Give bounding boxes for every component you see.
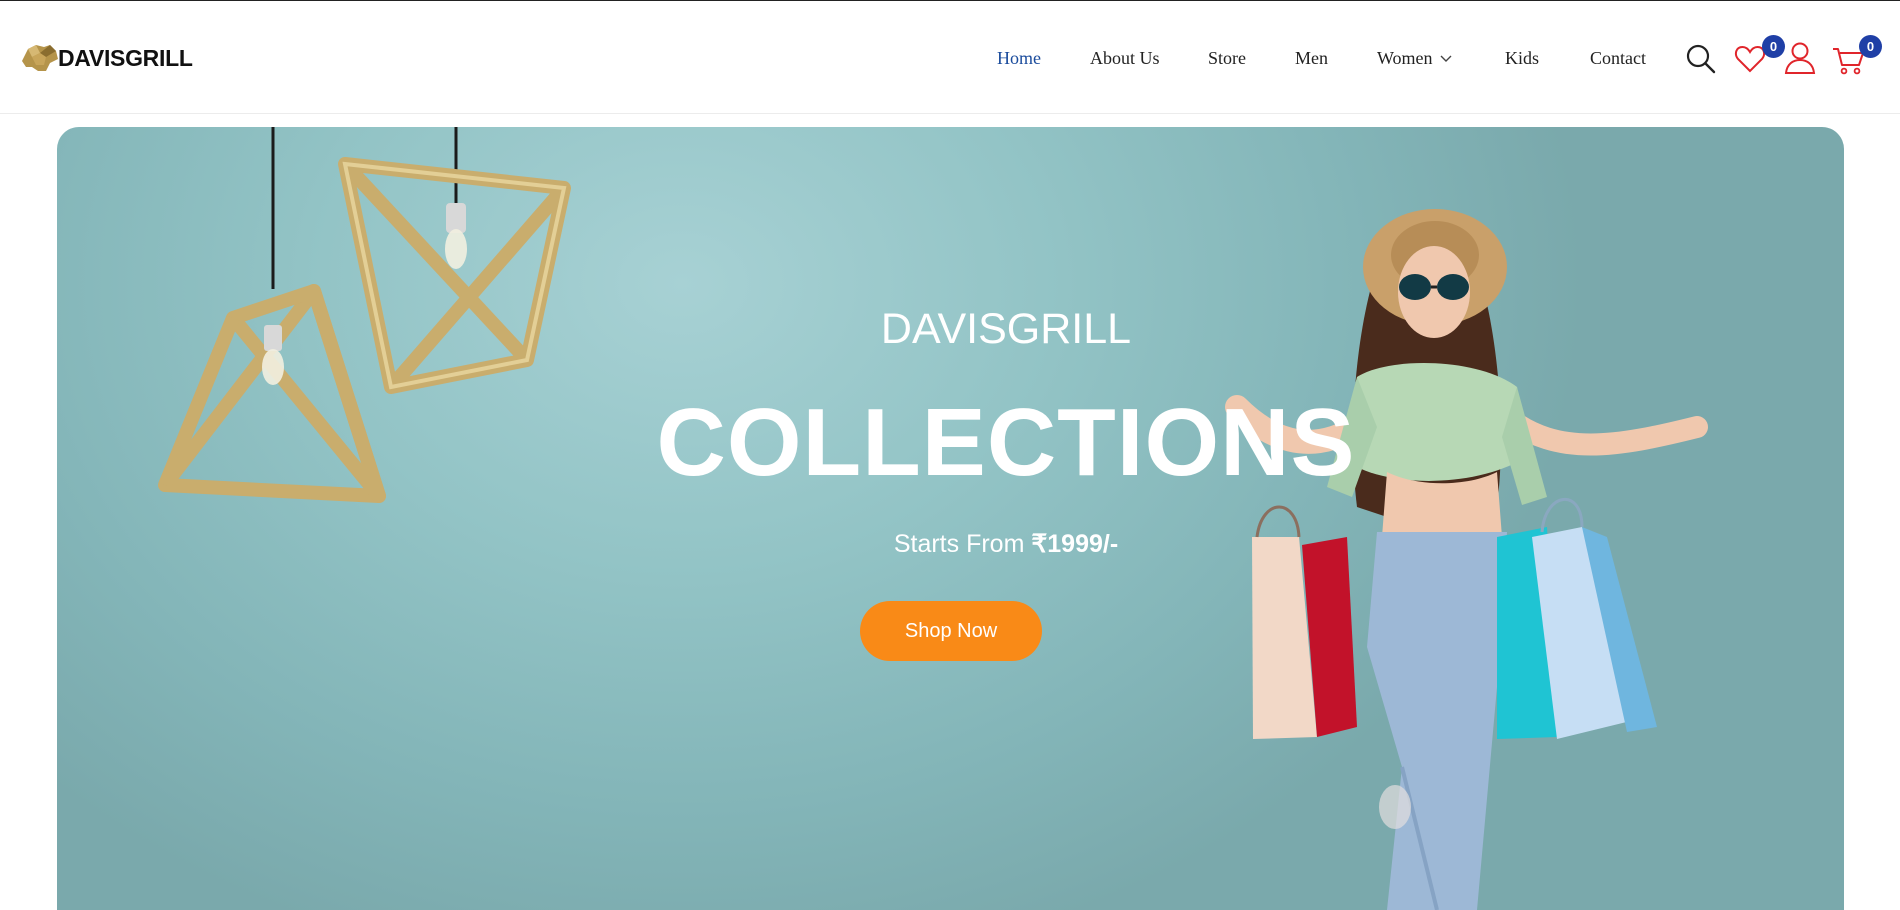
logo-mark-icon — [22, 45, 58, 71]
nav-women-label: Women — [1377, 48, 1433, 68]
account-button[interactable] — [1784, 41, 1816, 75]
chevron-down-icon — [1440, 55, 1452, 62]
wishlist-button[interactable]: 0 — [1734, 35, 1785, 75]
hero-brand: DAVISGRILL — [880, 305, 1132, 353]
hero-price-prefix: Starts From — [893, 530, 1025, 558]
nav-home[interactable]: Home — [997, 45, 1041, 71]
search-button[interactable] — [1685, 43, 1717, 75]
hero-title: COLLECTIONS — [656, 389, 1356, 496]
shop-now-button[interactable]: Shop Now — [860, 601, 1042, 661]
wishlist-count-badge: 0 — [1762, 35, 1785, 58]
site-header: DAVISGRILL Home About Us Store Men Women… — [0, 1, 1900, 114]
hero-banner: DAVISGRILL COLLECTIONS Starts From ₹1999… — [57, 127, 1844, 910]
nav-store[interactable]: Store — [1208, 45, 1246, 71]
cart-button[interactable]: 0 — [1832, 35, 1882, 75]
nav-women[interactable]: Women — [1377, 45, 1453, 71]
hero-price-value: ₹1999/- — [1031, 530, 1119, 558]
nav-kids[interactable]: Kids — [1505, 45, 1539, 71]
hero-content: DAVISGRILL COLLECTIONS Starts From ₹1999… — [57, 127, 1844, 910]
nav-men[interactable]: Men — [1295, 45, 1328, 71]
logo-text: DAVISGRILL — [58, 44, 193, 71]
site-logo[interactable]: DAVISGRILL — [20, 41, 193, 75]
nav-about-us[interactable]: About Us — [1090, 45, 1160, 71]
cart-count-badge: 0 — [1859, 35, 1882, 58]
nav-contact[interactable]: Contact — [1590, 45, 1646, 71]
search-icon — [1686, 44, 1716, 74]
user-icon — [1784, 42, 1816, 74]
hero-price: Starts From ₹1999/- — [621, 529, 1391, 559]
